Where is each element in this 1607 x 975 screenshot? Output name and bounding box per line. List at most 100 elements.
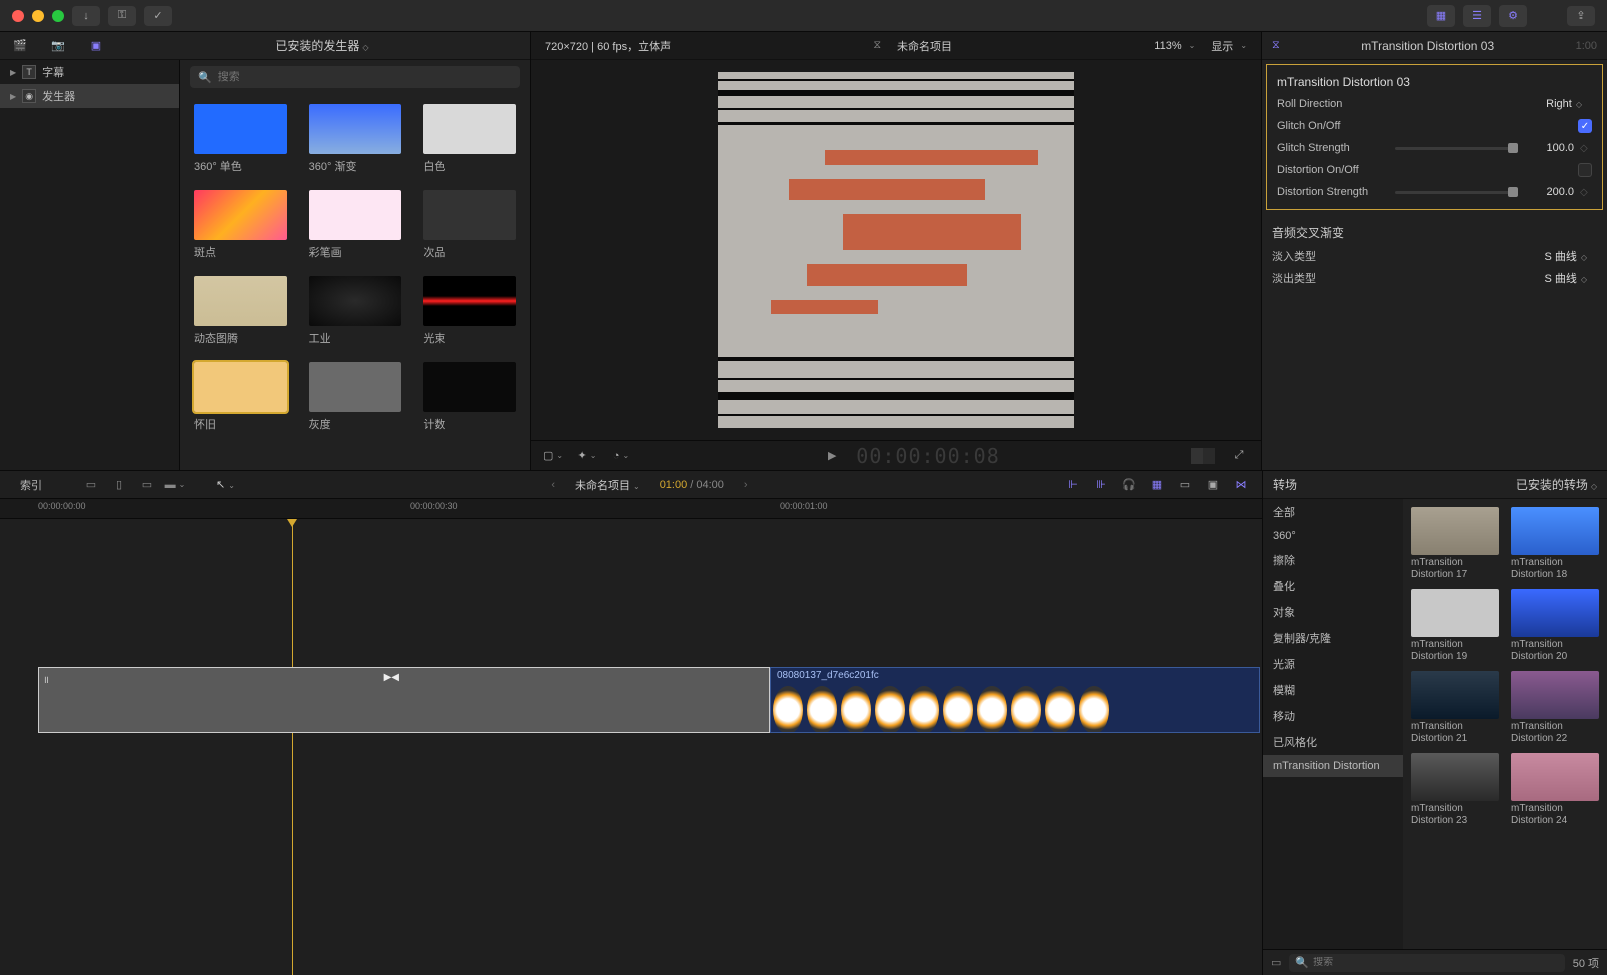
background-tasks-button[interactable]: ✓ — [144, 6, 172, 26]
transition-item[interactable]: mTransition Distortion 21 — [1411, 671, 1499, 745]
generator-thumb[interactable]: 白色 — [423, 104, 516, 174]
timeline-body[interactable]: ॥ ▶◀ 08080137_d7e6c201fc — [0, 519, 1262, 975]
library-icon[interactable]: 🎬 — [10, 36, 30, 56]
generator-thumb[interactable]: 360° 单色 — [194, 104, 287, 174]
overwrite-clip-icon[interactable]: ▬⌄ — [166, 476, 184, 494]
share-button[interactable]: ⇪ — [1567, 6, 1595, 26]
photos-icon[interactable]: 📷 — [48, 36, 68, 56]
generator-thumb[interactable]: 动态图腾 — [194, 276, 287, 346]
generator-thumb[interactable]: 360° 渐变 — [309, 104, 402, 174]
prev-edit-icon[interactable]: ‹ — [551, 479, 555, 491]
import-button[interactable]: ↓ — [72, 6, 100, 26]
transition-item[interactable]: mTransition Distortion 20 — [1511, 589, 1599, 663]
connect-clip-icon[interactable]: ▭ — [82, 476, 100, 494]
zoom-dropdown[interactable]: 113%⌄ — [1154, 40, 1195, 52]
effects-browser-icon[interactable]: ▣ — [1204, 476, 1222, 494]
sidebar-item-generators[interactable]: ▶ ◉ 发生器 — [0, 84, 179, 108]
transition-item[interactable]: mTransition Distortion 23 — [1411, 753, 1499, 827]
timeline-ruler[interactable]: 00:00:00:00 00:00:00:30 00:00:01:00 — [0, 499, 1262, 519]
transform-tool[interactable]: ▢⌄ — [543, 446, 563, 466]
keyword-button[interactable]: ⚿ — [108, 6, 136, 26]
snapping-icon[interactable]: ▦ — [1148, 476, 1166, 494]
retime-tool[interactable]: ◔⌄ — [611, 446, 631, 466]
transitions-search-input[interactable] — [1313, 957, 1559, 968]
timeline-view-button[interactable]: ☰ — [1463, 5, 1491, 27]
titles-generators-icon[interactable]: ▣ — [86, 36, 106, 56]
keyframe-button[interactable]: ◇ — [1580, 143, 1592, 154]
zoom-window[interactable] — [52, 10, 64, 22]
glitch-strength-slider[interactable] — [1395, 147, 1518, 150]
transition-item[interactable]: mTransition Distortion 24 — [1511, 753, 1599, 827]
transitions-browser: 转场 已安装的转场◇ 全部360°擦除叠化对象复制器/克隆光源模糊移动已风格化m… — [1262, 471, 1607, 975]
library-view-button[interactable]: ▦ — [1427, 5, 1455, 27]
fullscreen-button[interactable]: ⤢ — [1229, 446, 1249, 466]
transition-category[interactable]: 全部 — [1263, 499, 1403, 525]
index-button[interactable]: 索引 — [12, 475, 50, 495]
transition-category[interactable]: 移动 — [1263, 703, 1403, 729]
generator-thumb[interactable]: 工业 — [309, 276, 402, 346]
minimize-window[interactable] — [32, 10, 44, 22]
audio-skimming-icon[interactable]: ⊪ — [1092, 476, 1110, 494]
transitions-search[interactable]: 🔍 — [1289, 954, 1564, 972]
glitch-checkbox[interactable]: ✓ — [1578, 119, 1592, 133]
generator-thumb[interactable]: 计数 — [423, 362, 516, 432]
search-input[interactable] — [218, 71, 512, 83]
transition-category[interactable]: 对象 — [1263, 599, 1403, 625]
browser-sidebar: ▶ T 字幕 ▶ ◉ 发生器 — [0, 60, 180, 470]
viewer-canvas-area[interactable] — [531, 60, 1261, 440]
skimming-icon[interactable]: ⊩ — [1064, 476, 1082, 494]
transition-category[interactable]: mTransition Distortion — [1263, 755, 1403, 777]
transition-item[interactable]: mTransition Distortion 18 — [1511, 507, 1599, 581]
browser-search[interactable]: 🔍 — [190, 66, 520, 88]
append-clip-icon[interactable]: ▭ — [138, 476, 156, 494]
enhance-tool[interactable]: ✦⌄ — [577, 446, 597, 466]
close-window[interactable] — [12, 10, 24, 22]
glitch-strength-value[interactable]: 100.0 — [1530, 142, 1574, 154]
generator-thumb[interactable]: 彩笔画 — [309, 190, 402, 260]
select-tool[interactable]: ↖⌄ — [216, 478, 235, 491]
sidebar-item-titles[interactable]: ▶ T 字幕 — [0, 60, 179, 84]
timeline-project-dropdown[interactable]: 未命名项目⌄ — [575, 477, 640, 493]
generator-clip[interactable]: ॥ ▶◀ — [38, 667, 770, 733]
transition-inspector-icon[interactable]: ⧖ — [1272, 39, 1280, 52]
playhead[interactable] — [292, 519, 293, 975]
fade-out-dropdown[interactable]: S 曲线 — [1544, 270, 1597, 286]
inspector-section-audio: 音频交叉渐变 淡入类型 S 曲线 淡出类型 S 曲线 — [1262, 214, 1607, 295]
generator-thumb[interactable]: 灰度 — [309, 362, 402, 432]
distortion-strength-slider[interactable] — [1395, 191, 1518, 194]
generator-thumb[interactable]: 次品 — [423, 190, 516, 260]
param-fade-in: 淡入类型 S 曲线 — [1262, 245, 1607, 267]
transition-item[interactable]: mTransition Distortion 17 — [1411, 507, 1499, 581]
insert-clip-icon[interactable]: ▯ — [110, 476, 128, 494]
inspector-view-button[interactable]: ⚙ — [1499, 5, 1527, 27]
transition-item[interactable]: mTransition Distortion 22 — [1511, 671, 1599, 745]
solo-icon[interactable]: 🎧 — [1120, 476, 1138, 494]
generator-thumb[interactable]: 怀旧 — [194, 362, 287, 432]
keyframe-button[interactable]: ◇ — [1580, 187, 1592, 198]
play-button[interactable]: ▶ — [822, 446, 842, 466]
transition-category[interactable]: 擦除 — [1263, 547, 1403, 573]
transition-category[interactable]: 光源 — [1263, 651, 1403, 677]
transitions-header: 转场 已安装的转场◇ — [1263, 471, 1607, 499]
generator-thumb[interactable]: 光束 — [423, 276, 516, 346]
installed-transitions-dropdown[interactable]: 已安装的转场◇ — [1516, 476, 1597, 493]
transition-category[interactable]: 叠化 — [1263, 573, 1403, 599]
generator-thumb[interactable]: 斑点 — [194, 190, 287, 260]
transition-category[interactable]: 360° — [1263, 525, 1403, 547]
transition-item[interactable]: mTransition Distortion 19 — [1411, 589, 1499, 663]
transitions-browser-icon[interactable]: ⋈ — [1232, 476, 1250, 494]
titlebar: ↓ ⚿ ✓ ▦ ☰ ⚙ ⇪ — [0, 0, 1607, 32]
roll-direction-dropdown[interactable]: Right — [1546, 98, 1592, 110]
fade-in-dropdown[interactable]: S 曲线 — [1544, 248, 1597, 264]
distortion-strength-value[interactable]: 200.0 — [1530, 186, 1574, 198]
transition-category[interactable]: 复制器/克隆 — [1263, 625, 1403, 651]
video-clip[interactable]: 08080137_d7e6c201fc — [770, 667, 1260, 733]
browser-title[interactable]: 已安装的发生器◇ — [124, 37, 520, 54]
clip-appearance-icon[interactable]: ▭ — [1176, 476, 1194, 494]
transition-category[interactable]: 已风格化 — [1263, 729, 1403, 755]
display-dropdown[interactable]: 显示⌄ — [1211, 38, 1247, 54]
distortion-checkbox[interactable] — [1578, 163, 1592, 177]
next-edit-icon[interactable]: › — [744, 479, 748, 491]
transition-category[interactable]: 模糊 — [1263, 677, 1403, 703]
list-view-icon[interactable]: ▭ — [1271, 956, 1281, 969]
